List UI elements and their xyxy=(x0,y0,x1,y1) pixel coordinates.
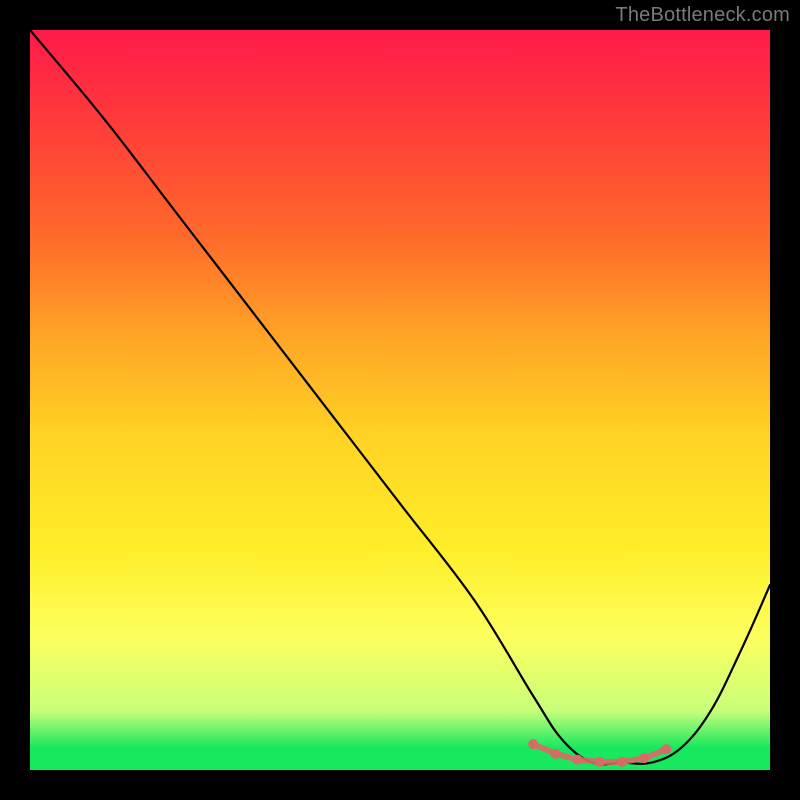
optimal-range-marker xyxy=(573,755,583,765)
plot-area xyxy=(30,30,770,770)
optimal-range-marker xyxy=(661,744,671,754)
watermark-text: TheBottleneck.com xyxy=(615,4,790,27)
chart-container: TheBottleneck.com xyxy=(0,0,800,800)
optimal-range-marker xyxy=(617,757,627,767)
optimal-range-marker xyxy=(595,757,605,767)
optimal-range-line xyxy=(533,744,666,762)
optimal-range-marker xyxy=(528,739,538,749)
chart-svg xyxy=(30,30,770,770)
optimal-range-marker xyxy=(550,749,560,759)
optimal-range-marker xyxy=(639,753,649,763)
optimal-range-markers xyxy=(528,739,671,767)
bottleneck-curve xyxy=(30,30,770,764)
